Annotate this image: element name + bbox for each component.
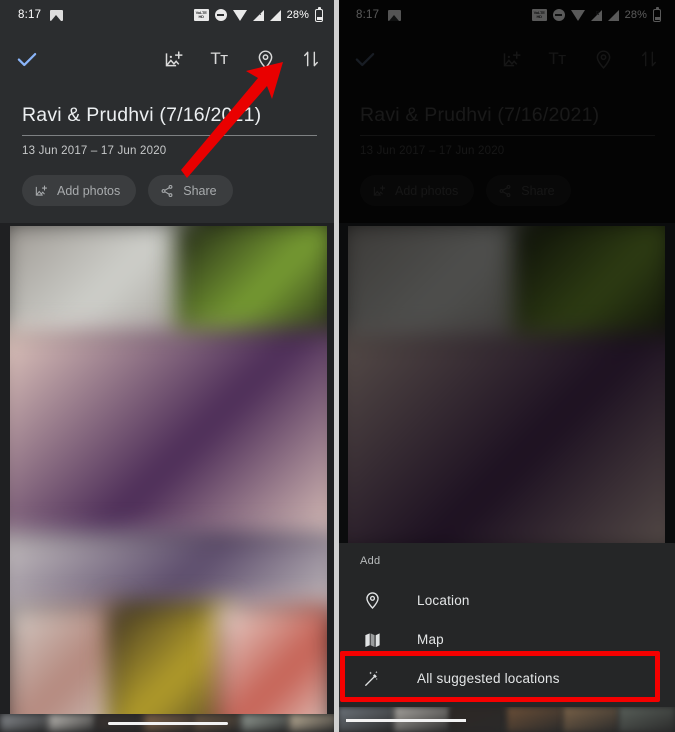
filmstrip-thumbnail[interactable] — [48, 714, 97, 732]
map-icon — [360, 630, 384, 649]
volte-icon: VoLTE HD — [193, 9, 209, 21]
share-chip-label: Share — [183, 183, 217, 198]
filmstrip-thumbnail[interactable] — [506, 707, 563, 732]
add-photos-chip[interactable]: Add photos — [22, 175, 137, 206]
photo-notification-icon — [50, 9, 64, 21]
sheet-item-all-suggested-locations[interactable]: All suggested locations — [338, 659, 675, 698]
album-date-range: 13 Jun 2017 – 17 Jun 2020 — [22, 145, 167, 157]
done-check-button[interactable] — [14, 46, 40, 72]
sheet-item-map-label: Map — [417, 632, 444, 647]
app-toolbar: Tт — [0, 30, 337, 88]
photo-thumbnail[interactable] — [10, 603, 121, 714]
wifi-icon — [232, 9, 247, 21]
photo-grid-row — [10, 226, 327, 348]
sheet-title: Add — [360, 555, 381, 567]
location-pin-icon — [360, 591, 384, 610]
sheet-item-map[interactable]: Map — [338, 620, 675, 659]
battery-icon — [315, 6, 323, 22]
right-phone-screen: 8:17 VoLTE HD 28% — [338, 0, 675, 732]
album-header: Ravi & Prudhvi (7/16/2021) 13 Jun 2017 –… — [0, 88, 337, 223]
header-action-chips: Add photos Share — [22, 175, 337, 223]
album-title[interactable]: Ravi & Prudhvi (7/16/2021) — [22, 104, 317, 136]
sheet-item-location-label: Location — [417, 593, 470, 608]
add-bottom-sheet: Add Location Map All suggested locations — [338, 543, 675, 732]
filmstrip-thumbnail[interactable] — [618, 707, 675, 732]
add-location-icon[interactable] — [251, 45, 279, 73]
status-bar-time: 8:17 — [18, 9, 42, 21]
sheet-filmstrip-scroll-bar[interactable] — [346, 719, 466, 722]
photo-thumbnail[interactable] — [216, 603, 327, 714]
photo-grid-row — [10, 329, 327, 548]
photo-thumbnail[interactable] — [10, 329, 327, 548]
filmstrip-thumbnail[interactable] — [288, 714, 337, 732]
signal-roaming-icon — [252, 9, 264, 21]
filmstrip-thumbnail[interactable] — [0, 714, 49, 732]
photo-grid-row — [10, 603, 327, 714]
magic-wand-icon — [360, 669, 384, 688]
share-chip[interactable]: Share — [148, 175, 233, 206]
sheet-item-all-suggested-locations-label: All suggested locations — [417, 671, 560, 686]
add-photos-chip-label: Add photos — [57, 183, 121, 198]
filmstrip-thumbnail[interactable] — [240, 714, 289, 732]
volte-line2: HD — [198, 14, 204, 19]
battery-percent-label: 28% — [286, 9, 309, 21]
left-phone-screen: 8:17 VoLTE HD 28% — [0, 0, 337, 732]
do-not-disturb-icon — [214, 9, 227, 21]
panel-divider — [334, 0, 339, 732]
screenshot-root: 8:17 VoLTE HD 28% — [0, 0, 675, 732]
sheet-item-location[interactable]: Location — [338, 581, 675, 620]
photo-grid[interactable] — [10, 226, 327, 714]
add-text-icon[interactable]: Tт — [205, 45, 233, 73]
filmstrip-thumbnail[interactable] — [562, 707, 619, 732]
status-bar-icons: VoLTE HD 28% — [193, 6, 323, 22]
add-photo-icon[interactable] — [159, 45, 187, 73]
photo-grid-row — [10, 531, 327, 616]
photo-thumbnail[interactable] — [108, 603, 229, 714]
sort-icon[interactable] — [297, 45, 325, 73]
filmstrip-scroll-bar[interactable] — [108, 722, 228, 725]
sheet-scrim[interactable] — [338, 0, 675, 543]
signal-icon — [269, 9, 281, 21]
status-bar: 8:17 VoLTE HD 28% — [0, 0, 337, 30]
